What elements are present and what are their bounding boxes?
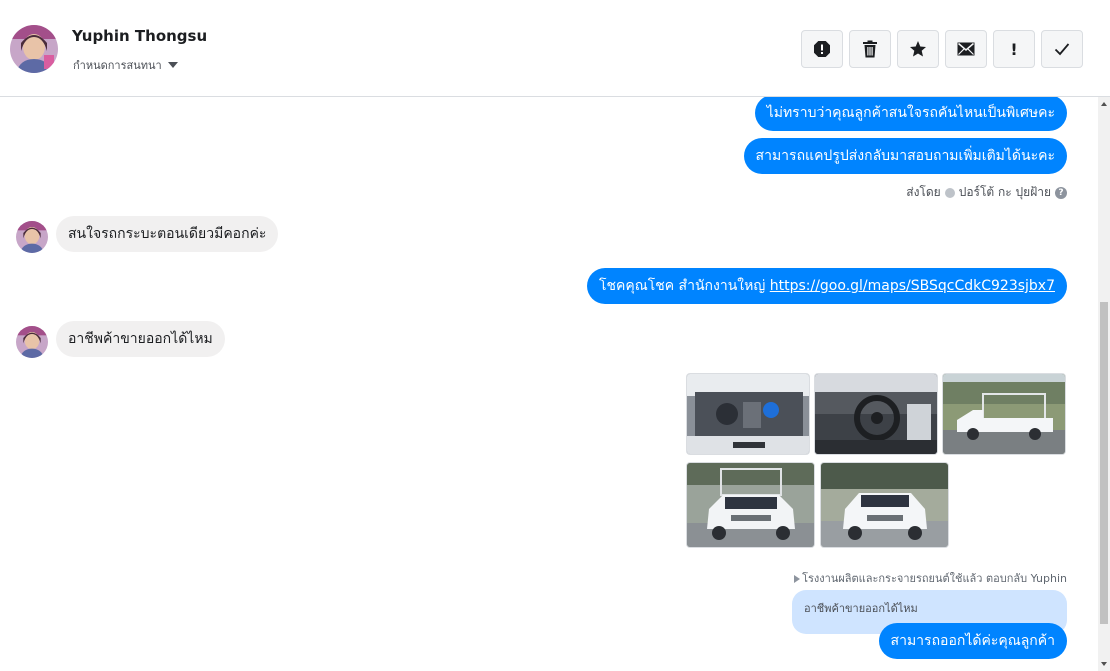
- sent-by-line: ส่งโดย ปอร์โต้ กะ ปุยฝ้าย ?: [906, 183, 1067, 202]
- scroll-up-arrow-icon[interactable]: [1101, 102, 1107, 106]
- help-icon[interactable]: ?: [1055, 186, 1067, 199]
- incoming-message[interactable]: อาชีพค้าขายออกได้ไหม: [56, 321, 225, 357]
- trash-icon: [863, 40, 877, 58]
- incoming-message[interactable]: สนใจรถกระบะตอนเดียวมีคอกค่ะ: [56, 216, 279, 252]
- mark-unread-button[interactable]: [945, 30, 987, 68]
- mark-spam-button[interactable]: [801, 30, 843, 68]
- exclamation-icon: !: [1010, 39, 1018, 59]
- scroll-down-arrow-icon[interactable]: [1101, 662, 1107, 666]
- photo-front-pickup-1[interactable]: [686, 462, 815, 548]
- outgoing-message[interactable]: สามารถออกได้ค่ะคุณลูกค้า: [878, 623, 1067, 659]
- caret-down-icon: [167, 62, 178, 68]
- mark-important-button[interactable]: !: [993, 30, 1035, 68]
- sent-by-name[interactable]: ปอร์โต้ กะ ปุยฝ้าย: [959, 183, 1051, 202]
- envelope-icon: [957, 42, 975, 56]
- check-icon: [1054, 43, 1070, 56]
- scroll-thumb[interactable]: [1100, 302, 1108, 624]
- outgoing-message[interactable]: สามารถแคปรูปส่งกลับมาสอบถามเพิ่มเติมได้น…: [743, 138, 1067, 174]
- sent-by-prefix: ส่งโดย: [906, 185, 941, 199]
- photo-interior[interactable]: [814, 373, 938, 455]
- photo-side-pickup[interactable]: [942, 373, 1066, 455]
- messenger-page: Yuphin Thongsu กำหนดการสนทนา ! ไม่ทราบว่…: [0, 0, 1110, 671]
- conversation-header: Yuphin Thongsu กำหนดการสนทนา !: [0, 0, 1110, 97]
- contact-avatar[interactable]: [10, 25, 58, 73]
- contact-name: Yuphin Thongsu: [72, 27, 208, 45]
- message-thread[interactable]: ไม่ทราบว่าคุณลูกค้าสนใจรถคันไหนเป็นพิเศษ…: [0, 97, 1098, 671]
- reply-note-text: โรงงานผลิตและกระจายรถยนต์ใช้แล้ว ตอบกลับ…: [802, 572, 1067, 585]
- alert-icon: [814, 41, 830, 57]
- message-text: โชคคุณโชค สำนักงานใหญ่: [598, 278, 770, 294]
- mark-done-button[interactable]: [1041, 30, 1083, 68]
- photo-engine[interactable]: [686, 373, 810, 455]
- reply-note: โรงงานผลิตและกระจายรถยนต์ใช้แล้ว ตอบกลับ…: [794, 569, 1067, 587]
- conversation-settings-dropdown[interactable]: กำหนดการสนทนา: [73, 56, 178, 74]
- conversation-toolbar: !: [801, 30, 1083, 68]
- maps-link[interactable]: https://goo.gl/maps/SBSqcCdkC923sjbx7: [770, 278, 1055, 294]
- checkmark-icon: [944, 187, 955, 198]
- contact-avatar-small[interactable]: [16, 326, 48, 358]
- thread-scrollbar[interactable]: [1098, 97, 1110, 671]
- star-icon: [910, 41, 926, 57]
- photo-front-pickup-2[interactable]: [820, 462, 949, 548]
- conversation-settings-label: กำหนดการสนทนา: [73, 59, 162, 72]
- star-button[interactable]: [897, 30, 939, 68]
- outgoing-message[interactable]: ไม่ทราบว่าคุณลูกค้าสนใจรถคันไหนเป็นพิเศษ…: [754, 97, 1067, 131]
- delete-button[interactable]: [849, 30, 891, 68]
- contact-avatar-small[interactable]: [16, 221, 48, 253]
- reply-arrow-icon: [794, 575, 801, 583]
- outgoing-message-with-link[interactable]: โชคคุณโชค สำนักงานใหญ่ https://goo.gl/ma…: [586, 268, 1067, 304]
